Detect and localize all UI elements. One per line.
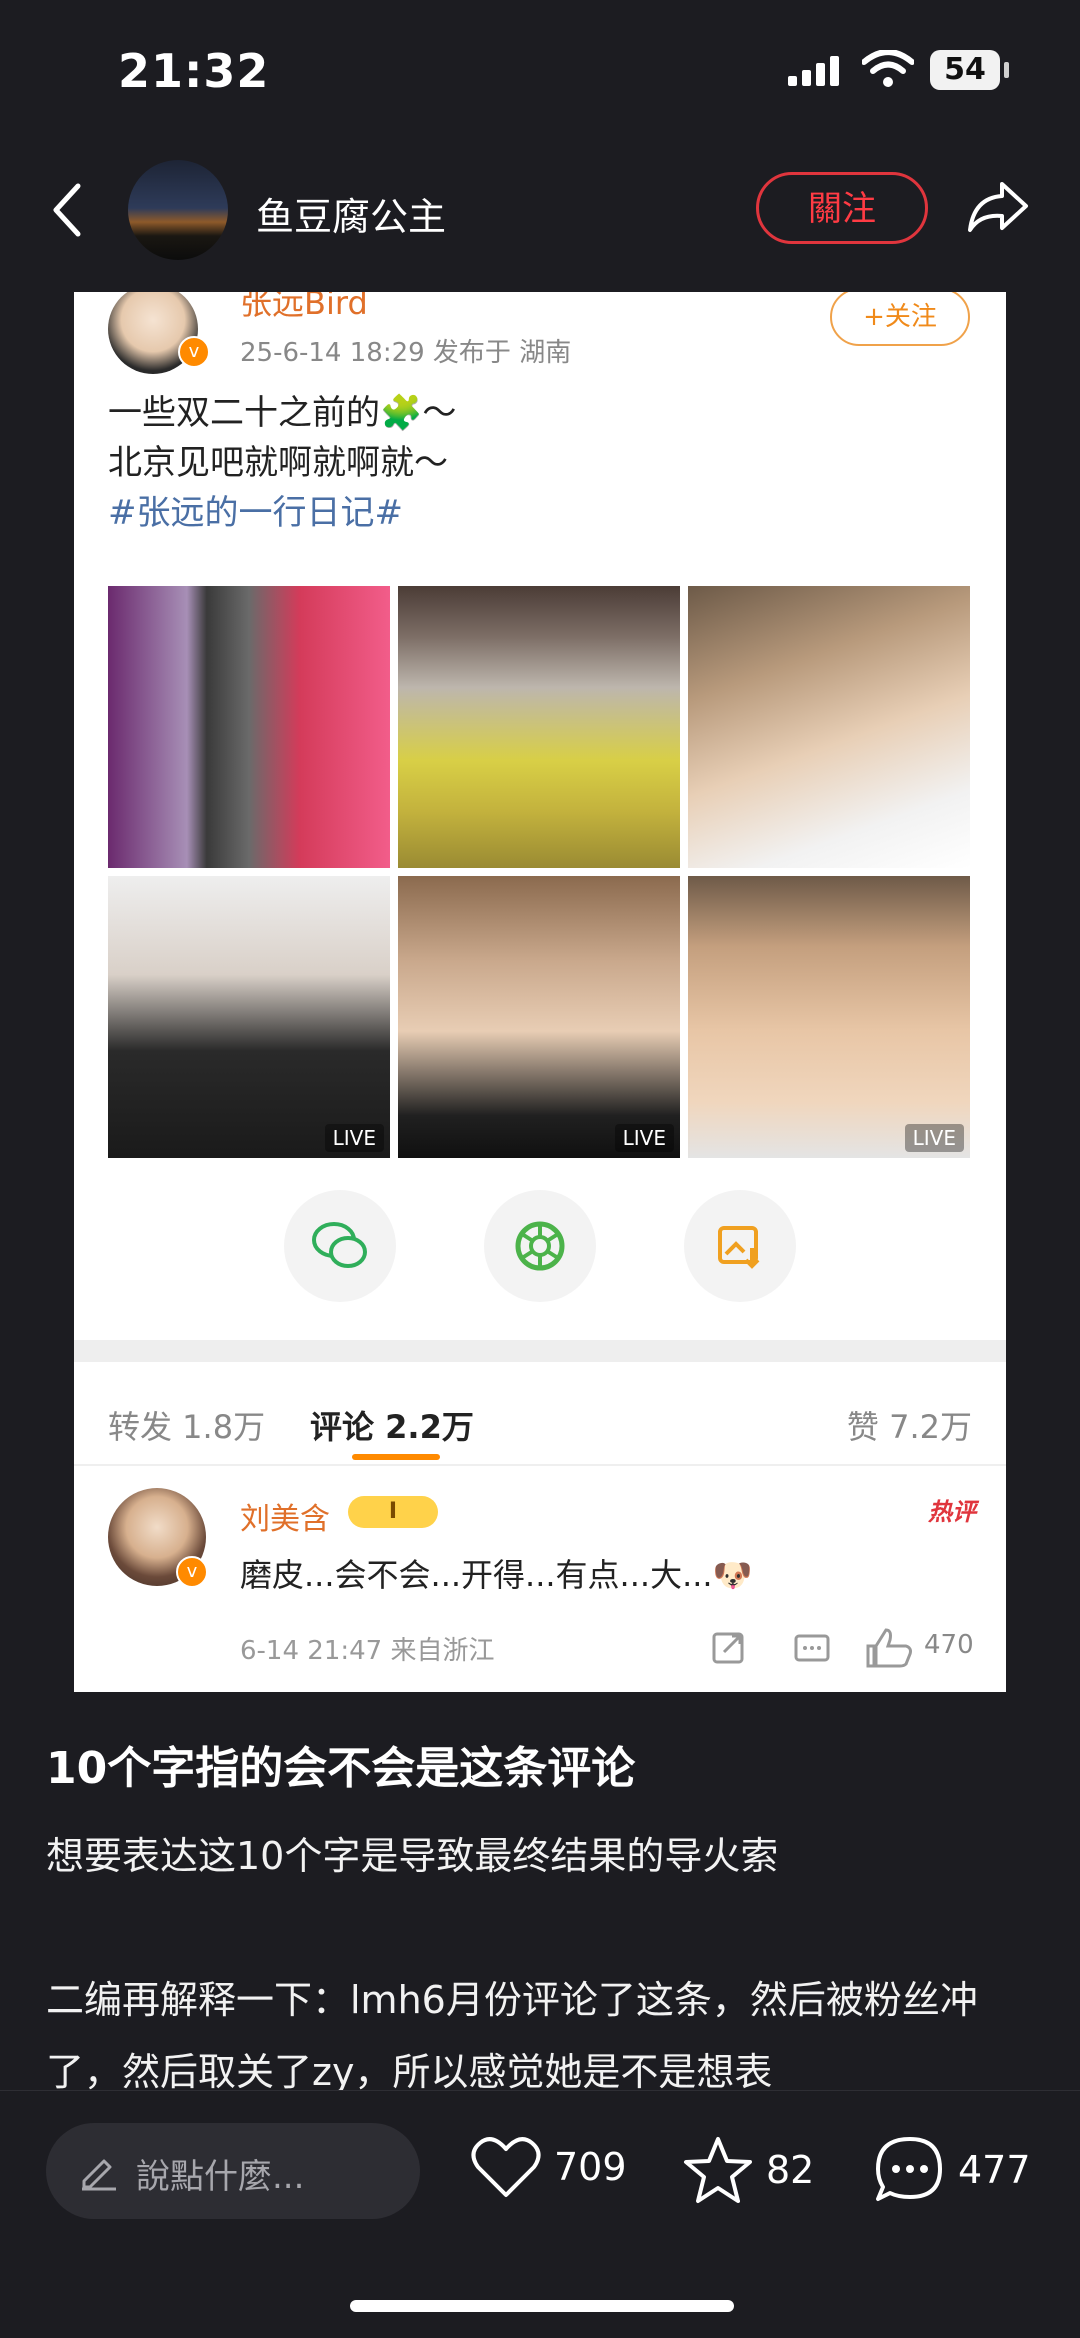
comment-action-icons <box>712 1628 912 1668</box>
moments-share <box>484 1190 596 1302</box>
active-tab-indicator <box>352 1454 440 1460</box>
like-button[interactable]: 709 <box>470 2135 627 2199</box>
wechat-share <box>284 1190 396 1302</box>
moments-icon <box>515 1221 565 1271</box>
hot-comment: v 刘美含 I 热评 磨皮...会不会...开得...有点...大...🐶 6-… <box>74 1466 1006 1692</box>
home-indicator <box>350 2300 734 2312</box>
like-count: 709 <box>554 2145 627 2189</box>
comment-text: 磨皮...会不会...开得...有点...大...🐶 <box>240 1556 753 1594</box>
photo-2 <box>398 586 680 868</box>
embedded-author-name: 张远Bird <box>240 292 368 322</box>
comment-tab: 评论 2.2万 <box>310 1408 474 1446</box>
battery-indicator: 54 <box>930 50 1000 90</box>
section-divider <box>74 1340 1006 1362</box>
photo-6: LIVE <box>688 876 970 1158</box>
status-time: 21:32 <box>118 44 270 98</box>
hot-comment-tag: 热评 <box>928 1498 976 1526</box>
wechat-icon <box>312 1222 367 1268</box>
comment-count: 477 <box>958 2148 1031 2192</box>
heart-icon <box>471 2137 541 2197</box>
post-paragraph-1: 想要表达这10个字是导致最终结果的导火索 <box>46 1834 779 1878</box>
repost-tab: 转发 1.8万 <box>108 1408 266 1446</box>
cellular-signal-icon <box>788 56 839 86</box>
post-line-1: 一些双二十之前的🧩～ <box>108 393 457 433</box>
wifi-icon <box>862 50 914 87</box>
comment-bubble-icon <box>876 2137 942 2201</box>
favorite-button[interactable]: 82 <box>682 2135 814 2205</box>
star-icon <box>684 2137 752 2203</box>
back-arrow-icon[interactable] <box>48 182 88 238</box>
comment-button[interactable]: 477 <box>874 2135 1031 2205</box>
comment-like-count: 470 <box>924 1630 974 1660</box>
post-hashtag: #张远的一行日记# <box>108 493 403 533</box>
photo-5: LIVE <box>398 876 680 1158</box>
photo-4: LIVE <box>108 876 390 1158</box>
follow-button[interactable]: 關注 <box>756 172 928 244</box>
photo-grid: LIVE LIVE LIVE <box>108 586 980 1158</box>
verified-badge-icon: v <box>176 1556 208 1588</box>
pencil-icon <box>82 2159 116 2191</box>
author-avatar[interactable] <box>128 160 228 260</box>
embedded-follow-button: +关注 <box>830 292 970 346</box>
share-icon[interactable] <box>966 180 1030 234</box>
battery-cap <box>1004 62 1009 78</box>
commenter-name: 刘美含 <box>240 1502 330 1537</box>
post-header: 鱼豆腐公主 關注 <box>0 160 1080 300</box>
comment-input[interactable]: 說點什麼... <box>46 2123 420 2219</box>
photo-1 <box>108 586 390 868</box>
verified-badge-icon: v <box>178 336 210 368</box>
post-headline: 10个字指的会不会是这条评论 <box>46 1743 636 1794</box>
embedded-post-text: 一些双二十之前的🧩～ 北京见吧就啊就啊就～ #张远的一行日记# <box>108 388 456 538</box>
favorite-count: 82 <box>766 2148 815 2192</box>
save-image-icon <box>718 1226 760 1269</box>
live-badge: LIVE <box>324 1124 384 1152</box>
post-paragraph-2: 二编再解释一下：lmh6月份评论了这条，然后被粉丝冲了，然后取关了zy，所以感觉… <box>46 1978 978 2094</box>
like-tab: 赞 7.2万 <box>846 1408 972 1446</box>
save-image-share <box>684 1190 796 1302</box>
comment-placeholder: 說點什麼... <box>136 2157 305 2197</box>
comment-time: 6-14 21:47 来自浙江 <box>240 1636 495 1666</box>
live-badge: LIVE <box>904 1124 964 1152</box>
post-line-2: 北京见吧就啊就啊就～ <box>108 443 448 483</box>
post-body: 想要表达这10个字是导致最终结果的导火索 二编再解释一下：lmh6月份评论了这条… <box>46 1820 1036 2108</box>
status-bar: 21:32 54 <box>0 0 1080 140</box>
share-actions <box>74 1190 1006 1310</box>
live-badge: LIVE <box>614 1124 674 1152</box>
embedded-screenshot[interactable]: v 张远Bird 25-6-14 18:29 发布于 湖南 +关注 一些双二十之… <box>74 292 1006 1692</box>
embedded-post-meta: 25-6-14 18:29 发布于 湖南 <box>240 338 572 368</box>
crown-level-badge: I <box>348 1496 438 1528</box>
engagement-tabs: 转发 1.8万 评论 2.2万 赞 7.2万 <box>74 1362 1006 1462</box>
photo-3 <box>688 586 970 868</box>
author-name[interactable]: 鱼豆腐公主 <box>256 186 446 241</box>
